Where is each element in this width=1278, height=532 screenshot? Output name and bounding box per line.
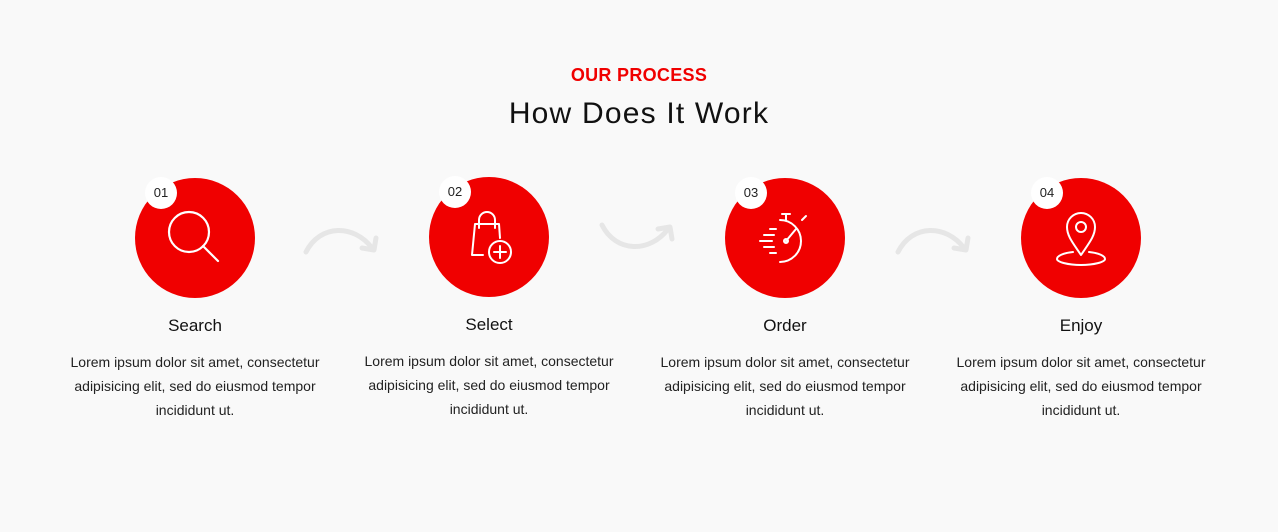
step-number-badge: 04 [1031, 177, 1063, 209]
step-description: Lorem ipsum dolor sit amet, consectetur … [364, 353, 614, 417]
process-step-order: 03 Order Lorem ipsum dolor sit amet, con… [645, 177, 925, 422]
process-step-search: 01 Search Lorem ipsum dolor sit amet, co… [55, 177, 335, 422]
location-pin-icon [1056, 212, 1106, 266]
search-icon [167, 210, 220, 263]
step-number-badge: 01 [145, 177, 177, 209]
curved-arrow-icon [599, 222, 675, 249]
process-step-select: 02 Select Lorem ipsum dolor sit amet, co… [349, 176, 629, 421]
step-description: Lorem ipsum dolor sit amet, consectetur … [956, 354, 1206, 418]
step-description: Lorem ipsum dolor sit amet, consectetur … [660, 354, 910, 418]
step-title: Search [168, 316, 222, 335]
step-icon-circle: 01 [135, 177, 255, 298]
curved-arrow-icon [895, 228, 971, 255]
step-number-badge: 02 [439, 176, 471, 208]
section-title: How Does It Work [508, 97, 770, 130]
step-icon-circle: 02 [429, 176, 549, 297]
step-title: Order [763, 316, 807, 335]
step-title: Select [465, 315, 513, 334]
step-icon-circle: 03 [725, 177, 845, 298]
section-eyebrow: OUR PROCESS [570, 65, 708, 85]
process-step-enjoy: 04 Enjoy Lorem ipsum dolor sit amet, con… [941, 177, 1221, 422]
step-title: Enjoy [1059, 316, 1103, 335]
curved-arrow-icon [303, 228, 379, 255]
shopping-bag-add-icon [471, 211, 512, 264]
step-icon-circle: 04 [1021, 177, 1141, 298]
step-description: Lorem ipsum dolor sit amet, consectetur … [70, 354, 320, 418]
step-number-badge: 03 [735, 177, 767, 209]
stopwatch-icon [759, 213, 807, 263]
